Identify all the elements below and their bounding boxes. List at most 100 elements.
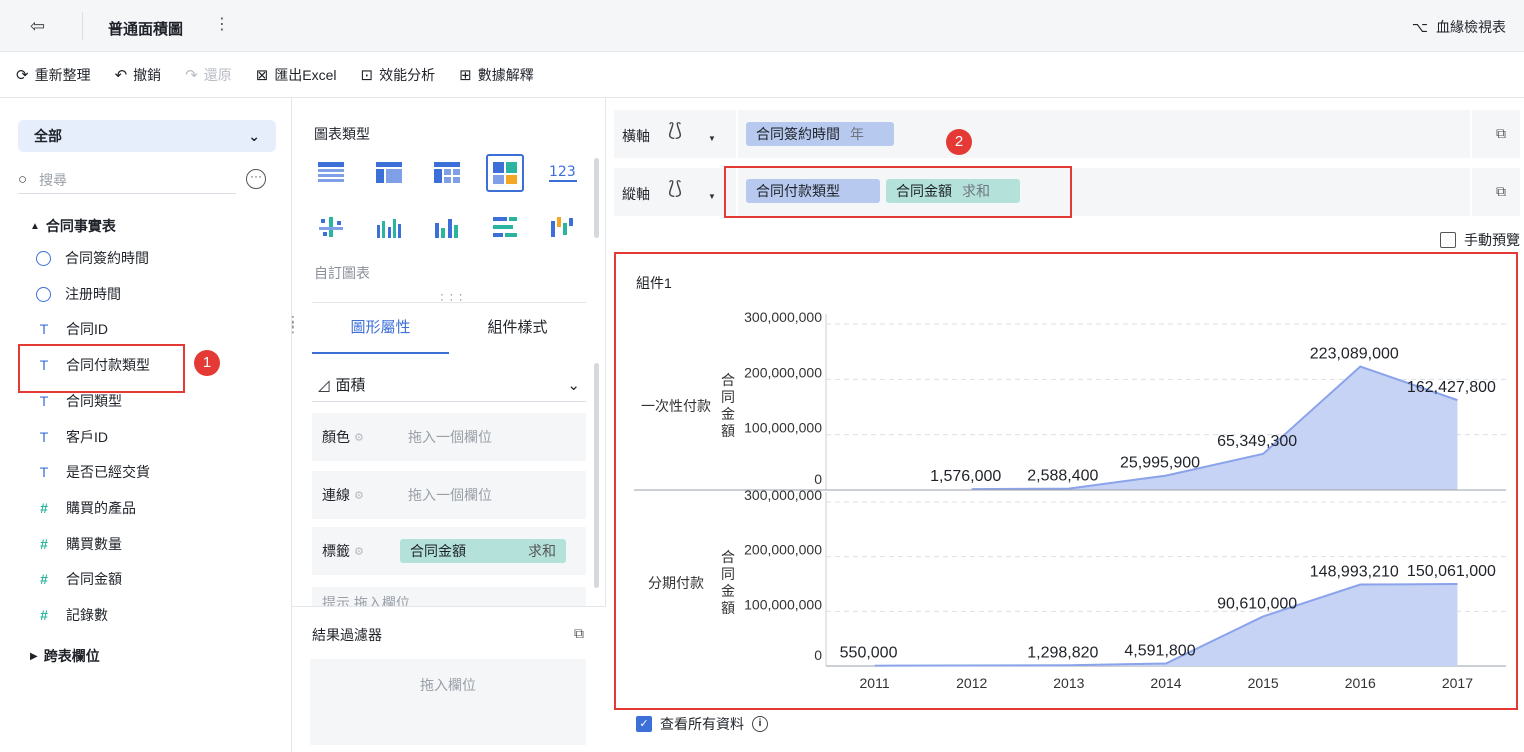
lineage-view-button[interactable]: ⌥ 血緣檢視表 — [1412, 17, 1506, 37]
refresh-button[interactable]: ⟳ 重新整理 — [16, 65, 91, 85]
panel-label: 一次性付款 — [641, 398, 711, 414]
y-axis-title-char: 金 — [721, 406, 735, 422]
y-axis-settings-icon[interactable]: ⧉ — [1496, 183, 1506, 200]
label-field-pill[interactable]: 合同金額 求和 — [400, 539, 566, 563]
step-badge-1: 1 — [194, 350, 220, 376]
export-excel-label: 匯出Excel — [274, 66, 337, 83]
group-table-icon[interactable] — [370, 154, 408, 192]
field-label: 記錄數 — [66, 607, 108, 623]
clock-icon — [36, 286, 51, 302]
chart-type-title: 圖表類型 — [314, 126, 370, 142]
performance-button[interactable]: ⊡ 效能分析 — [361, 65, 436, 85]
field-item[interactable]: T 合同ID — [36, 315, 108, 343]
scatter-grouped-icon[interactable] — [312, 208, 350, 246]
horizontal-bar-icon[interactable] — [486, 208, 524, 246]
data-explain-button[interactable]: ⊞ 數據解釋 — [459, 65, 534, 85]
field-item[interactable]: # 記錄數 — [36, 601, 108, 629]
waterfall-chart-icon[interactable] — [544, 208, 582, 246]
gear-icon[interactable]: ⚙ — [354, 431, 364, 444]
label-property-row[interactable]: 標籤 ⚙ 合同金額 求和 — [312, 527, 586, 575]
more-options-icon[interactable]: ⋮ — [214, 14, 230, 34]
field-item[interactable]: # 購買的產品 — [36, 494, 136, 522]
tooltip-property-row[interactable]: 提示 拖入欄位 — [312, 587, 586, 607]
tab-graphic-properties[interactable]: 圖形屬性 — [312, 303, 449, 354]
back-icon[interactable]: ⇦ — [30, 16, 50, 36]
more-circle-icon[interactable]: ··· — [246, 169, 266, 189]
data-label: 65,349,300 — [1217, 433, 1297, 450]
x-axis-settings-icon[interactable]: ⧉ — [1496, 125, 1506, 142]
field-item[interactable]: 注册時間 — [36, 280, 121, 308]
shape-select[interactable]: ◿ 面積 ⌄ — [312, 368, 586, 402]
gear-icon[interactable]: ⚙ — [354, 489, 364, 502]
field-item[interactable]: 合同簽約時間 — [36, 244, 149, 272]
manual-preview-checkbox[interactable] — [1440, 232, 1456, 248]
field-label: 注册時間 — [65, 286, 121, 302]
number-type-icon: # — [40, 500, 48, 516]
manual-preview-toggle[interactable]: 手動預覽 — [1440, 230, 1520, 250]
resize-handle-dots[interactable]: · · · · · · — [440, 288, 464, 305]
cross-table-group[interactable]: ▶ 跨表欄位 — [30, 646, 100, 666]
kpi-card-icon[interactable] — [486, 154, 524, 192]
scrollbar[interactable] — [594, 158, 599, 590]
shape-value: 面積 — [335, 377, 366, 394]
search-input[interactable]: 搜尋 — [39, 170, 67, 190]
info-icon[interactable]: i — [752, 716, 768, 732]
bar-chart-icon[interactable] — [370, 208, 408, 246]
cross-table-label: 跨表欄位 — [43, 648, 100, 664]
x-axis-field-pill[interactable]: 合同簽約時間年 — [746, 122, 894, 146]
lineage-label: 血緣檢視表 — [1436, 19, 1506, 35]
caret-down-icon[interactable]: ▼ — [708, 192, 716, 201]
cross-table-icon[interactable] — [428, 154, 466, 192]
field-item[interactable]: T 是否已經交貨 — [36, 458, 150, 486]
pill-label: 合同金額 — [410, 543, 466, 559]
x-axis-icon[interactable]: ⟅⟆ — [668, 120, 682, 141]
number-type-icon: # — [40, 571, 48, 587]
redo-button[interactable]: ↷ 還原 — [185, 65, 232, 85]
field-item[interactable]: # 合同金額 — [36, 565, 122, 593]
drop-placeholder: 拖入一個欄位 — [408, 429, 492, 445]
scope-select[interactable]: 全部 ⌄ — [18, 120, 276, 152]
area-chart: 組件1 0 100,000,000 200,000,000 300,000,000 一次性… — [634, 275, 1506, 691]
y-axis-icon[interactable]: ⟅⟆ — [668, 178, 682, 199]
excel-icon: ⊠ — [255, 66, 269, 84]
toolbar: ⟳ 重新整理 ↶ 撤銷 ↷ 還原 ⊠ 匯出Excel ⊡ 效能分析 ⊞ 數據解釋 — [0, 52, 1524, 98]
data-label: 4,591,800 — [1124, 642, 1195, 659]
redo-label: 還原 — [203, 66, 232, 83]
y-tick-label: 100,000,000 — [744, 420, 822, 436]
x-axis-row: 橫軸 ⟅⟆ ▼ 合同簽約時間年 ⧉ — [614, 110, 1520, 158]
search-box[interactable]: ○ 搜尋 — [18, 166, 236, 194]
caret-down-icon[interactable]: ▼ — [708, 134, 716, 143]
field-item[interactable]: T 客戶ID — [36, 423, 108, 451]
custom-chart-link[interactable]: 自訂圖表 — [314, 263, 370, 283]
table-group[interactable]: ▲ 合同事實表 — [30, 216, 116, 236]
view-all-checkbox[interactable]: ✓ — [636, 716, 652, 732]
x-tick-label: 2015 — [1248, 675, 1279, 691]
undo-button[interactable]: ↶ 撤銷 — [115, 65, 162, 85]
number-card-icon[interactable]: 123 — [544, 154, 582, 192]
color-property-row[interactable]: 顏色 ⚙ 拖入一個欄位 — [312, 413, 586, 461]
data-label: 2,588,400 — [1027, 468, 1098, 485]
table-chart-icon[interactable] — [312, 154, 350, 192]
view-all-data-toggle[interactable]: ✓ 查看所有資料 i — [636, 714, 768, 734]
filter-settings-icon[interactable]: ⧉ — [574, 625, 584, 642]
pill-granularity: 年 — [850, 126, 864, 142]
gear-icon[interactable]: ⚙ — [354, 545, 364, 558]
export-excel-button[interactable]: ⊠ 匯出Excel — [256, 65, 337, 85]
y-axis-title-char: 同 — [721, 389, 735, 405]
result-filter-title: 結果過濾器 — [312, 627, 382, 643]
panel-label: 分期付款 — [648, 575, 704, 591]
property-tabs: 圖形屬性 組件樣式 — [312, 302, 586, 354]
result-filter-drop-zone[interactable]: 拖入欄位 — [310, 659, 586, 745]
highlight-box — [724, 166, 1072, 218]
tab-component-style[interactable]: 組件樣式 — [449, 303, 586, 354]
x-axis-drop-zone[interactable]: 合同簽約時間年 — [736, 110, 1472, 158]
column-chart-icon[interactable] — [428, 208, 466, 246]
field-item[interactable]: # 購買數量 — [36, 530, 122, 558]
y-tick-label: 0 — [814, 471, 822, 487]
field-label: 合同金額 — [66, 571, 122, 587]
table-group-label: 合同事實表 — [45, 218, 116, 234]
connect-property-row[interactable]: 連線 ⚙ 拖入一個欄位 — [312, 471, 586, 519]
y-tick-label: 0 — [814, 647, 822, 663]
svg-text:123: 123 — [549, 164, 576, 180]
performance-icon: ⊡ — [360, 66, 374, 84]
